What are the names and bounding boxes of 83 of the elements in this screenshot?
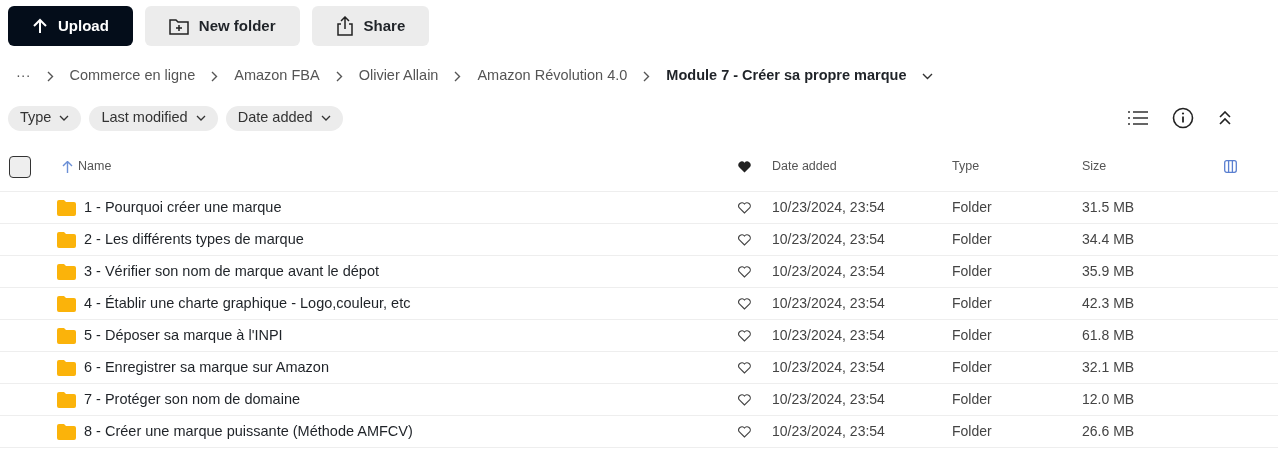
table-cell: 32.1 MB <box>1082 359 1135 375</box>
heart-icon[interactable] <box>738 160 751 173</box>
breadcrumb-item[interactable]: Amazon FBA <box>234 65 320 87</box>
sort-up-icon[interactable] <box>62 160 73 173</box>
folder-name[interactable]: 6 - Enregistrer sa marque sur Amazon <box>84 358 329 375</box>
table-cell: 31.5 MB <box>1082 199 1135 215</box>
table-cell: 12.0 MB <box>1082 391 1135 407</box>
breadcrumb-item[interactable]: Commerce en ligne <box>69 65 196 87</box>
folder-name[interactable]: 2 - Les différents types de marque <box>84 230 304 247</box>
filter-dropdown[interactable]: Last modified <box>89 105 218 131</box>
chevron-right-icon <box>454 70 462 82</box>
folder-name[interactable]: 8 - Créer une marque puissante (Méthode AMFCV) <box>84 422 413 439</box>
chevron-right-icon <box>46 70 54 82</box>
table-cell: 10/23/2024, 23:54 <box>772 199 885 215</box>
table-cell: 10/23/2024, 23:54 <box>772 295 885 311</box>
folder-icon <box>57 328 76 345</box>
table-cell: 10/23/2024, 23:54 <box>772 423 885 439</box>
table-cell: 34.4 MB <box>1082 231 1135 247</box>
column-header[interactable]: Name <box>78 159 112 174</box>
folder-name[interactable]: 3 - Vérifier son nom de marque avant le dépot <box>84 262 379 279</box>
column-header[interactable]: Type <box>952 159 980 174</box>
table-cell: Folder <box>952 263 992 279</box>
table-cell: Folder <box>952 423 992 439</box>
favorite-heart-icon[interactable] <box>738 330 751 343</box>
folder-name[interactable]: 4 - Établir une charte graphique - Logo,couleur, etc <box>84 294 411 311</box>
table-cell: Folder <box>952 231 992 247</box>
table-cell: 10/23/2024, 23:54 <box>772 231 885 247</box>
favorite-heart-icon[interactable] <box>738 202 751 215</box>
list-view-icon[interactable] <box>1128 111 1148 125</box>
favorite-heart-icon[interactable] <box>738 394 751 407</box>
chevron-right-icon <box>211 70 219 82</box>
upload-button[interactable]: Upload <box>8 6 133 46</box>
columns-icon[interactable] <box>1224 160 1237 174</box>
table-cell: 61.8 MB <box>1082 327 1135 343</box>
favorite-heart-icon[interactable] <box>738 266 751 279</box>
breadcrumb-item[interactable]: Amazon Révolution 4.0 <box>477 65 628 87</box>
folder-icon <box>57 200 76 217</box>
favorite-heart-icon[interactable] <box>738 362 751 375</box>
folder-icon <box>57 424 76 441</box>
dropdown-icon[interactable] <box>922 72 934 80</box>
column-header[interactable]: Size <box>1082 159 1107 174</box>
folder-icon <box>57 264 76 281</box>
folder-icon <box>57 296 76 313</box>
favorite-heart-icon[interactable] <box>738 234 751 247</box>
collapse-icon[interactable] <box>1218 111 1232 125</box>
folder-icon <box>57 232 76 249</box>
table-cell: Folder <box>952 295 992 311</box>
breadcrumb-item[interactable]: Olivier Allain <box>358 65 439 87</box>
caret-icon <box>320 115 331 121</box>
folder-name[interactable]: 5 - Déposer sa marque à l'INPI <box>84 326 283 343</box>
filter-dropdown[interactable]: Type <box>8 105 82 131</box>
upload-arrow-icon <box>32 18 48 34</box>
table-cell: 10/23/2024, 23:54 <box>772 391 885 407</box>
table-cell: 10/23/2024, 23:54 <box>772 263 885 279</box>
table-cell: 26.6 MB <box>1082 423 1135 439</box>
favorite-heart-icon[interactable] <box>738 426 751 439</box>
folder-name[interactable]: 1 - Pourquoi créer une marque <box>84 198 282 215</box>
folder-icon <box>57 392 76 409</box>
table-cell: Folder <box>952 199 992 215</box>
add-folder-icon <box>168 17 189 35</box>
select-all-checkbox[interactable] <box>9 155 31 178</box>
breadcrumb-item[interactable]: Module 7 - Créer sa propre marque <box>666 65 907 87</box>
caret-icon <box>195 115 206 121</box>
table-cell: Folder <box>952 359 992 375</box>
filter-dropdown[interactable]: Date added <box>225 105 343 131</box>
table-cell: Folder <box>952 391 992 407</box>
folder-name[interactable]: 7 - Protéger son nom de domaine <box>84 390 300 407</box>
breadcrumb-overflow[interactable]: ··· <box>16 65 31 87</box>
table-cell: Folder <box>952 327 992 343</box>
caret-icon <box>59 115 70 121</box>
info-icon[interactable] <box>1172 107 1194 129</box>
column-header[interactable]: Date added <box>772 159 837 174</box>
favorite-heart-icon[interactable] <box>738 298 751 311</box>
table-cell: 10/23/2024, 23:54 <box>772 359 885 375</box>
table-cell: 10/23/2024, 23:54 <box>772 327 885 343</box>
chevron-right-icon <box>643 70 651 82</box>
chevron-right-icon <box>335 70 343 82</box>
share-button[interactable]: Share <box>311 6 430 46</box>
folder-button[interactable]: New folder <box>144 6 300 46</box>
table-cell: 35.9 MB <box>1082 263 1135 279</box>
share-icon <box>335 16 354 36</box>
table-cell: 42.3 MB <box>1082 295 1135 311</box>
folder-icon <box>57 360 76 377</box>
